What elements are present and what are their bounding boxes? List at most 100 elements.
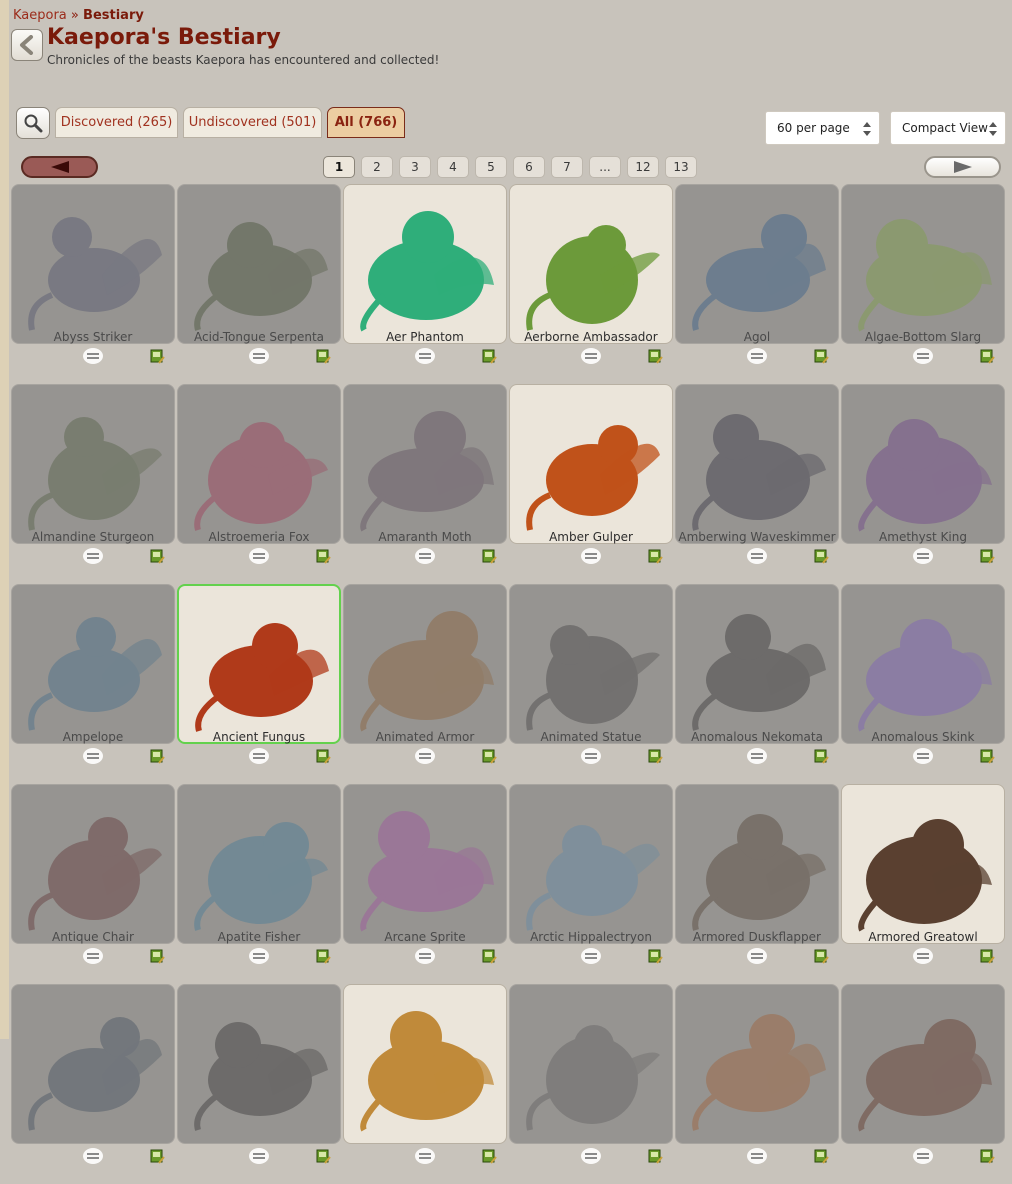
lore-book-icon[interactable] <box>149 348 165 364</box>
details-toggle-icon[interactable] <box>747 348 767 364</box>
details-toggle-icon[interactable] <box>913 748 933 764</box>
lore-book-icon[interactable] <box>149 948 165 964</box>
tab-discovered[interactable]: Discovered (265) <box>55 107 178 138</box>
beast-portrait[interactable] <box>841 584 1005 744</box>
details-toggle-icon[interactable] <box>747 548 767 564</box>
lore-book-icon[interactable] <box>647 548 663 564</box>
lore-book-icon[interactable] <box>481 948 497 964</box>
beast-portrait[interactable] <box>509 784 673 944</box>
beast-portrait[interactable] <box>509 184 673 344</box>
lore-book-icon[interactable] <box>813 1148 829 1164</box>
details-toggle-icon[interactable] <box>913 348 933 364</box>
beast-portrait[interactable] <box>11 984 175 1144</box>
details-toggle-icon[interactable] <box>581 548 601 564</box>
beast-portrait[interactable] <box>11 784 175 944</box>
details-toggle-icon[interactable] <box>747 748 767 764</box>
details-toggle-icon[interactable] <box>83 548 103 564</box>
details-toggle-icon[interactable] <box>249 348 269 364</box>
details-toggle-icon[interactable] <box>249 748 269 764</box>
details-toggle-icon[interactable] <box>415 348 435 364</box>
details-toggle-icon[interactable] <box>249 548 269 564</box>
beast-portrait[interactable] <box>675 784 839 944</box>
search-button[interactable] <box>16 107 50 139</box>
beast-portrait[interactable] <box>841 984 1005 1144</box>
page-button-13[interactable]: 13 <box>665 156 697 178</box>
lore-book-icon[interactable] <box>481 1148 497 1164</box>
beast-portrait[interactable] <box>509 584 673 744</box>
breadcrumb-link-user[interactable]: Kaepora <box>13 8 67 23</box>
next-page-button[interactable] <box>924 156 1001 178</box>
details-toggle-icon[interactable] <box>747 1148 767 1164</box>
page-button-1[interactable]: 1 <box>323 156 355 178</box>
details-toggle-icon[interactable] <box>913 948 933 964</box>
tab-all[interactable]: All (766) <box>327 107 405 138</box>
per-page-select[interactable]: 60 per page <box>765 111 880 145</box>
details-toggle-icon[interactable] <box>83 748 103 764</box>
beast-portrait[interactable] <box>177 784 341 944</box>
page-button-6[interactable]: 6 <box>513 156 545 178</box>
lore-book-icon[interactable] <box>647 948 663 964</box>
lore-book-icon[interactable] <box>149 548 165 564</box>
beast-portrait[interactable] <box>841 384 1005 544</box>
details-toggle-icon[interactable] <box>581 748 601 764</box>
beast-portrait[interactable] <box>177 584 341 744</box>
lore-book-icon[interactable] <box>813 948 829 964</box>
details-toggle-icon[interactable] <box>415 748 435 764</box>
lore-book-icon[interactable] <box>813 748 829 764</box>
page-button-4[interactable]: 4 <box>437 156 469 178</box>
page-button-3[interactable]: 3 <box>399 156 431 178</box>
beast-portrait[interactable] <box>675 584 839 744</box>
page-button-7[interactable]: 7 <box>551 156 583 178</box>
details-toggle-icon[interactable] <box>913 1148 933 1164</box>
details-toggle-icon[interactable] <box>249 1148 269 1164</box>
details-toggle-icon[interactable] <box>415 1148 435 1164</box>
beast-portrait[interactable] <box>509 384 673 544</box>
lore-book-icon[interactable] <box>979 348 995 364</box>
details-toggle-icon[interactable] <box>83 1148 103 1164</box>
details-toggle-icon[interactable] <box>581 348 601 364</box>
lore-book-icon[interactable] <box>647 748 663 764</box>
previous-page-button[interactable] <box>21 156 98 178</box>
beast-portrait[interactable] <box>675 384 839 544</box>
beast-portrait[interactable] <box>343 184 507 344</box>
beast-portrait[interactable] <box>343 984 507 1144</box>
tab-undiscovered[interactable]: Undiscovered (501) <box>183 107 322 138</box>
lore-book-icon[interactable] <box>647 348 663 364</box>
lore-book-icon[interactable] <box>647 1148 663 1164</box>
page-button-5[interactable]: 5 <box>475 156 507 178</box>
page-button-2[interactable]: 2 <box>361 156 393 178</box>
beast-portrait[interactable] <box>675 184 839 344</box>
beast-portrait[interactable] <box>11 384 175 544</box>
lore-book-icon[interactable] <box>149 748 165 764</box>
details-toggle-icon[interactable] <box>913 548 933 564</box>
view-mode-select[interactable]: Compact View <box>890 111 1006 145</box>
beast-portrait[interactable] <box>177 984 341 1144</box>
lore-book-icon[interactable] <box>813 548 829 564</box>
lore-book-icon[interactable] <box>979 1148 995 1164</box>
beast-portrait[interactable] <box>675 984 839 1144</box>
lore-book-icon[interactable] <box>979 748 995 764</box>
details-toggle-icon[interactable] <box>581 1148 601 1164</box>
lore-book-icon[interactable] <box>481 748 497 764</box>
details-toggle-icon[interactable] <box>415 948 435 964</box>
beast-portrait[interactable] <box>509 984 673 1144</box>
beast-portrait[interactable] <box>343 784 507 944</box>
details-toggle-icon[interactable] <box>581 948 601 964</box>
lore-book-icon[interactable] <box>979 948 995 964</box>
back-button[interactable] <box>11 29 43 61</box>
lore-book-icon[interactable] <box>813 348 829 364</box>
details-toggle-icon[interactable] <box>415 548 435 564</box>
beast-portrait[interactable] <box>177 184 341 344</box>
lore-book-icon[interactable] <box>979 548 995 564</box>
lore-book-icon[interactable] <box>481 548 497 564</box>
lore-book-icon[interactable] <box>149 1148 165 1164</box>
details-toggle-icon[interactable] <box>83 948 103 964</box>
beast-portrait[interactable] <box>11 584 175 744</box>
beast-portrait[interactable] <box>177 384 341 544</box>
lore-book-icon[interactable] <box>315 1148 331 1164</box>
beast-portrait[interactable] <box>11 184 175 344</box>
details-toggle-icon[interactable] <box>83 348 103 364</box>
page-button-12[interactable]: 12 <box>627 156 659 178</box>
beast-portrait[interactable] <box>841 184 1005 344</box>
beast-portrait[interactable] <box>343 584 507 744</box>
